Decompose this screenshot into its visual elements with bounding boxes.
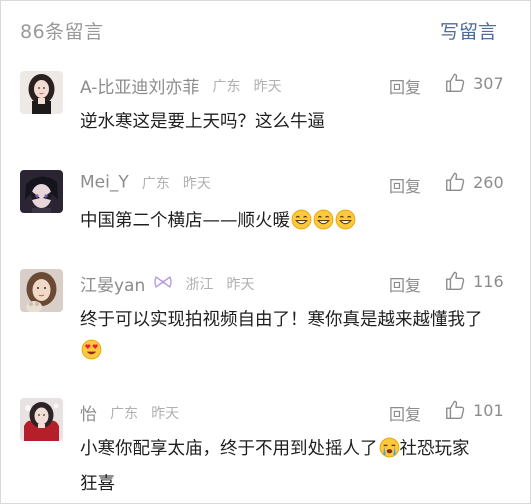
commenter-region: 广东 xyxy=(141,175,170,192)
grin-emoji-icon xyxy=(335,209,356,241)
comment-text-part: 终于可以实现拍视频自由了！寒你真是越来越懂我了 xyxy=(80,310,483,330)
comment-time: 昨天 xyxy=(182,175,211,192)
avatar[interactable] xyxy=(20,398,63,441)
like-button[interactable]: 307 xyxy=(444,72,504,98)
avatar[interactable] xyxy=(20,71,63,114)
comment-time: 昨天 xyxy=(253,78,282,95)
comment-meta: 怡 广东 昨天 xyxy=(80,400,179,426)
thumbs-up-icon xyxy=(446,172,465,191)
avatar[interactable] xyxy=(20,170,63,213)
like-count: 116 xyxy=(473,271,504,291)
commenter-name[interactable]: A-比亚迪刘亦菲 xyxy=(80,78,199,98)
commenter-name[interactable]: Mei_Y xyxy=(80,173,129,193)
like-button[interactable]: 260 xyxy=(444,171,504,197)
comment-text: 逆水寒这是要上天吗？这么牛逼 xyxy=(80,107,485,138)
reply-button[interactable]: 回复 xyxy=(389,401,421,425)
comment-text-part: 逆水寒这是要上天吗？这么牛逼 xyxy=(80,112,325,132)
comment-meta: Mei_Y 广东 昨天 xyxy=(80,172,211,198)
grin-emoji-icon xyxy=(313,209,334,241)
like-count: 260 xyxy=(473,172,504,192)
commenter-name[interactable]: 怡 xyxy=(80,405,97,425)
commenter-region: 浙江 xyxy=(185,276,214,293)
thumbs-up-icon xyxy=(446,400,465,419)
comment-meta: 江晏yan 浙江 昨天 xyxy=(80,271,255,297)
heart-eyes-emoji-icon xyxy=(81,339,102,371)
crying-emoji-icon xyxy=(379,437,400,469)
thumbs-up-icon xyxy=(446,271,465,290)
comment-time: 昨天 xyxy=(226,276,255,293)
commenter-name[interactable]: 江晏yan xyxy=(80,276,145,296)
like-button[interactable]: 101 xyxy=(444,399,504,425)
like-button[interactable]: 116 xyxy=(444,270,504,296)
commenter-region: 广东 xyxy=(110,405,139,422)
comment-text: 小寒你配享太庙，终于不用到处摇人了 社恐玩家狂喜 xyxy=(80,434,485,500)
comment-text: 终于可以实现拍视频自由了！寒你真是越来越懂我了 xyxy=(80,305,485,371)
avatar[interactable] xyxy=(20,269,63,312)
comments-header: 86条留言 写留言 xyxy=(0,0,531,58)
grin-emoji-icon xyxy=(291,209,312,241)
comment-count: 86条留言 xyxy=(20,21,104,43)
reply-button[interactable]: 回复 xyxy=(389,173,421,197)
commenter-region: 广东 xyxy=(212,78,241,95)
comment-time: 昨天 xyxy=(151,405,180,422)
bow-icon xyxy=(154,274,173,293)
write-comment-button[interactable]: 写留言 xyxy=(440,17,497,44)
comment-text-part: 中国第二个横店——顺火暖 xyxy=(80,211,290,231)
like-count: 307 xyxy=(473,73,504,93)
thumbs-up-icon xyxy=(446,73,465,92)
comment-text: 中国第二个横店——顺火暖 xyxy=(80,206,485,241)
comment-meta: A-比亚迪刘亦菲 广东 昨天 xyxy=(80,73,282,99)
reply-button[interactable]: 回复 xyxy=(389,74,421,98)
comment-text-part: 小寒你配享太庙，终于不用到处摇人了 xyxy=(80,439,378,459)
reply-button[interactable]: 回复 xyxy=(389,272,421,296)
like-count: 101 xyxy=(473,400,504,420)
